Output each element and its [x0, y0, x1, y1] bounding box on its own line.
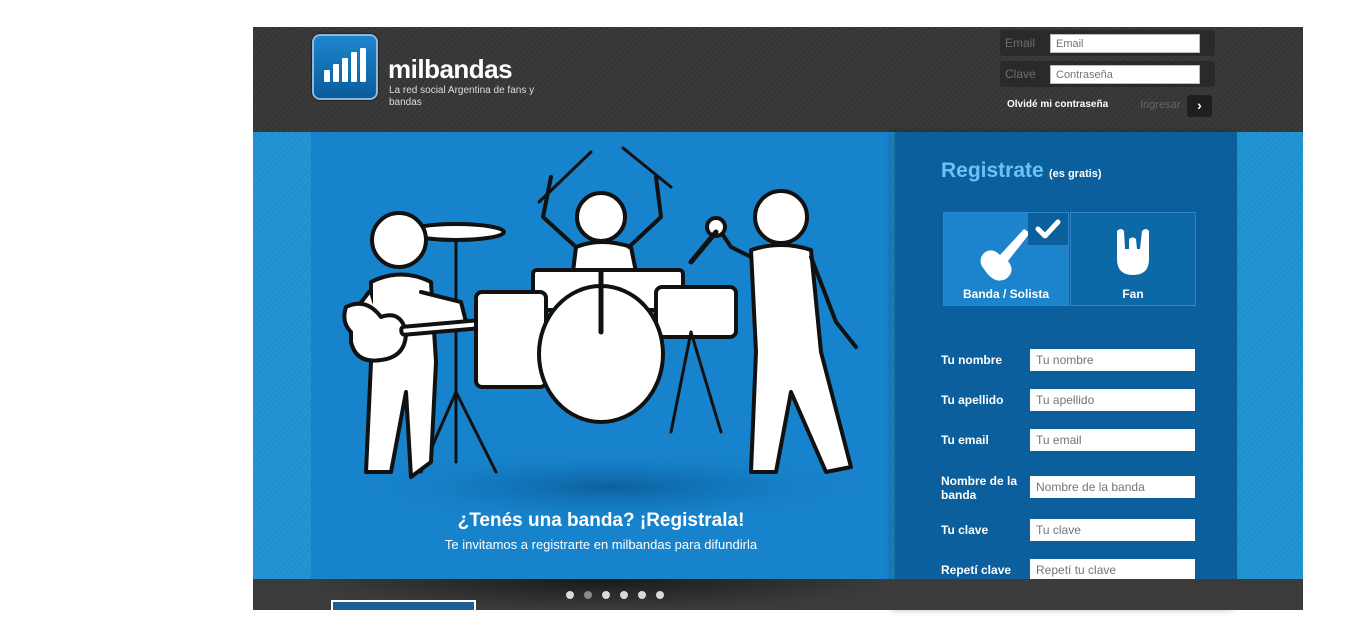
repeat-password-field[interactable] — [1030, 559, 1195, 581]
chevron-right-icon: › — [1197, 97, 1202, 113]
logo[interactable] — [312, 34, 378, 100]
main-section: ¿Tenés una banda? ¡Registrala! Te invita… — [253, 132, 1303, 610]
carousel-strip — [253, 579, 1303, 610]
field-label: Tu clave — [941, 523, 989, 537]
field-label: Repetí clave — [941, 563, 1012, 577]
field-label: Tu apellido — [941, 393, 1004, 407]
type-option-label: Banda / Solista — [962, 287, 1050, 301]
login-panel: Email Clave Olvidé mi contraseña Ingresa… — [1000, 30, 1215, 120]
login-label[interactable]: Ingresar — [1140, 99, 1180, 111]
field-label: Nombre de la banda — [941, 474, 1018, 502]
type-option-band[interactable]: Banda / Solista — [943, 212, 1069, 306]
page: milbandas La red social Argentina de fan… — [0, 0, 1362, 637]
thumbnail[interactable] — [331, 600, 476, 610]
selected-check — [1028, 213, 1068, 245]
last-name-input[interactable] — [1030, 389, 1195, 411]
email-field[interactable] — [1030, 429, 1195, 451]
band-name-input[interactable] — [1030, 476, 1195, 498]
login-password-row: Clave — [1000, 61, 1215, 87]
carousel-dot[interactable] — [602, 591, 610, 599]
email-label: Email — [1005, 36, 1036, 50]
tagline: La red social Argentina de fans y bandas — [389, 85, 535, 108]
field-label: Tu email — [941, 433, 989, 447]
first-name-input[interactable] — [1030, 349, 1195, 371]
logo-text[interactable]: milbandas — [388, 54, 513, 85]
login-button[interactable]: › — [1187, 95, 1212, 117]
register-title: Registrate — [941, 159, 1044, 182]
email-input[interactable] — [1050, 34, 1200, 53]
hero-slide[interactable]: ¿Tenés una banda? ¡Registrala! Te invita… — [311, 132, 891, 579]
hero-title: ¿Tenés una banda? ¡Registrala! — [457, 510, 745, 531]
checkmark-icon — [1035, 219, 1061, 239]
field-label: Tu nombre — [941, 353, 1003, 367]
password-field[interactable] — [1030, 519, 1195, 541]
register-panel: Registrate (es gratis) Banda / Solista F… — [895, 132, 1237, 610]
hero-subtitle: Te invitamos a registrarte en milbandas … — [444, 537, 758, 552]
login-email-row: Email — [1000, 30, 1215, 56]
carousel-dot[interactable] — [638, 591, 646, 599]
carousel-dot[interactable] — [584, 591, 592, 599]
carousel-dot[interactable] — [566, 591, 574, 599]
equalizer-logo-icon — [324, 48, 366, 82]
header: milbandas La red social Argentina de fan… — [253, 27, 1303, 132]
password-label: Clave — [1005, 67, 1036, 81]
register-free-note: (es gratis) — [1049, 168, 1102, 180]
password-input[interactable] — [1050, 65, 1200, 84]
rock-hand-icon — [1117, 229, 1149, 275]
type-option-label: Fan — [1122, 287, 1144, 301]
carousel-dot[interactable] — [620, 591, 628, 599]
type-option-fan[interactable]: Fan — [1070, 212, 1196, 306]
forgot-password-link[interactable]: Olvidé mi contraseña — [1007, 99, 1108, 110]
carousel-dot[interactable] — [656, 591, 664, 599]
